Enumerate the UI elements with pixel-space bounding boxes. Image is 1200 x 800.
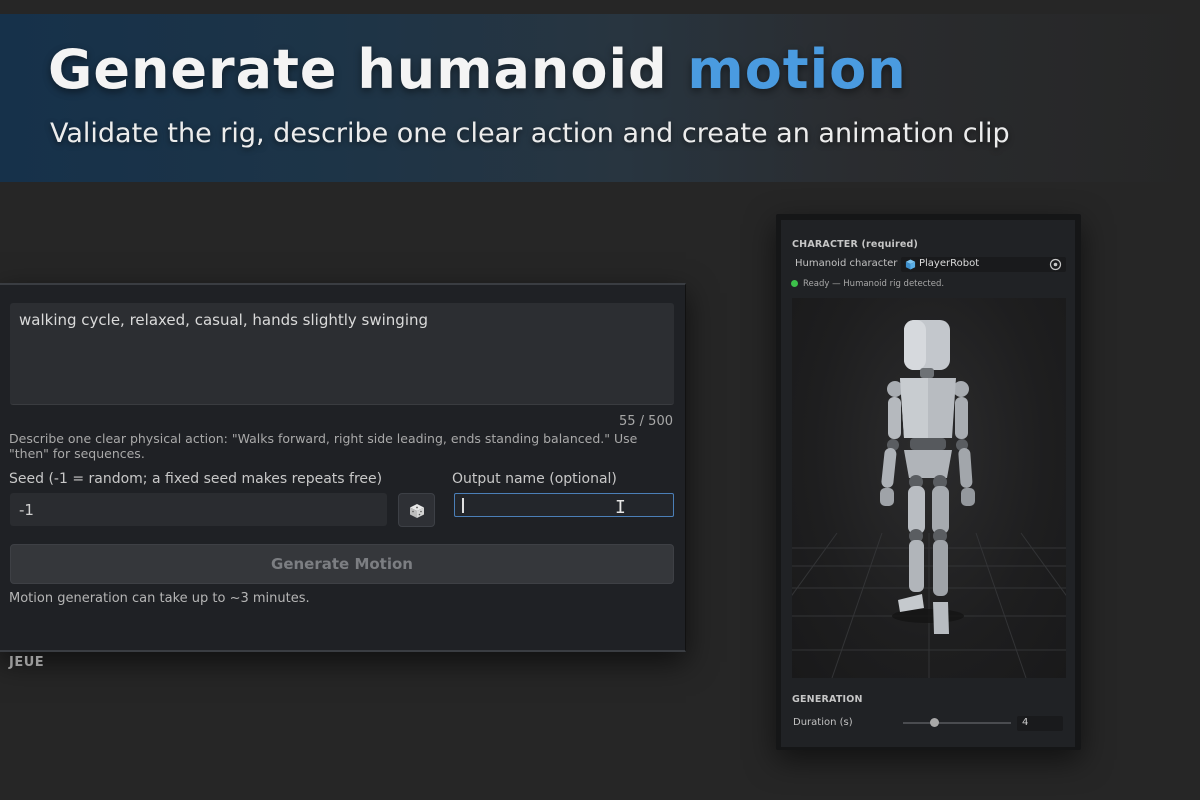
prompt-hint: Describe one clear physical action: "Wal… xyxy=(9,431,638,461)
generation-note: Motion generation can take up to ~3 minu… xyxy=(9,591,310,606)
generation-section-title: GENERATION xyxy=(792,694,863,705)
duration-value: 4 xyxy=(1022,717,1029,728)
seed-value: -1 xyxy=(19,501,34,519)
ibeam-cursor-icon: I xyxy=(615,497,626,518)
character-preview-viewport[interactable] xyxy=(792,298,1066,678)
character-object-field[interactable]: PlayerRobot xyxy=(901,257,1066,272)
title-accent: motion xyxy=(687,38,907,101)
duration-label: Duration (s) xyxy=(793,717,853,728)
floor-grid xyxy=(792,532,1066,678)
character-section-title: CHARACTER (required) xyxy=(792,239,919,250)
duration-slider[interactable] xyxy=(903,716,1011,730)
duration-slider-handle[interactable] xyxy=(929,718,939,727)
dice-icon xyxy=(410,504,424,518)
duration-input[interactable]: 4 xyxy=(1017,716,1063,731)
prompt-textarea[interactable]: walking cycle, relaxed, casual, hands sl… xyxy=(10,303,674,405)
page-title: Generate humanoid motion xyxy=(48,38,907,101)
page-subtitle: Validate the rig, describe one clear act… xyxy=(50,118,1010,149)
char-counter: 55 / 500 xyxy=(619,414,673,429)
randomize-seed-button[interactable] xyxy=(398,493,435,527)
text-caret xyxy=(462,498,464,513)
seed-label: Seed (-1 = random; a fixed seed makes re… xyxy=(9,471,383,487)
output-name-label: Output name (optional) xyxy=(452,471,617,487)
object-picker-icon[interactable] xyxy=(1049,258,1062,271)
title-main: Generate humanoid xyxy=(48,38,688,101)
robot-figure xyxy=(880,320,975,634)
prefab-cube-icon xyxy=(905,259,916,270)
robot-preview-image xyxy=(792,320,1066,678)
duration-track xyxy=(903,722,1011,724)
output-name-input[interactable]: I xyxy=(454,493,674,518)
inspector-window: CHARACTER (required) Humanoid character … xyxy=(776,214,1081,750)
prompt-text: walking cycle, relaxed, casual, hands sl… xyxy=(19,311,429,329)
status-dot-icon xyxy=(791,280,798,287)
character-field-label: Humanoid character xyxy=(795,258,898,269)
seed-input[interactable]: -1 xyxy=(10,493,387,526)
motion-form-panel: walking cycle, relaxed, casual, hands sl… xyxy=(0,283,686,652)
queue-section-label: JEUE xyxy=(9,655,45,670)
generate-motion-button[interactable]: Generate Motion xyxy=(10,544,674,584)
character-object-name: PlayerRobot xyxy=(919,258,980,269)
inspector-panel: CHARACTER (required) Humanoid character … xyxy=(781,220,1075,747)
header-banner: Generate humanoid motion Validate the ri… xyxy=(0,14,1200,182)
rig-status-text: Ready — Humanoid rig detected. xyxy=(803,279,945,289)
rig-status: Ready — Humanoid rig detected. xyxy=(791,279,944,289)
